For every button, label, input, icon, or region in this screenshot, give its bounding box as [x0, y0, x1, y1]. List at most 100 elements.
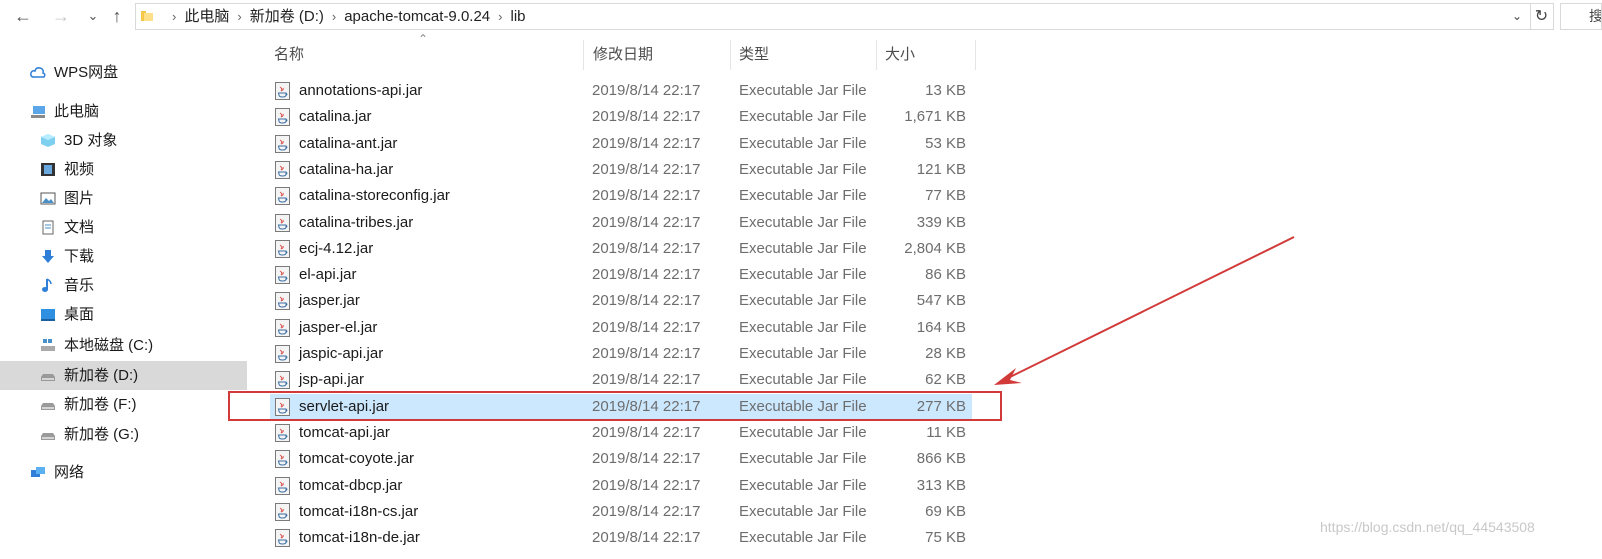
address-row: ← → ⌄ ↑ › 此电脑 › 新加卷 (D:) › apache-tomcat-9.0.… [0, 0, 1602, 33]
file-type: Executable Jar File [739, 318, 867, 336]
sidebar-item-downloads[interactable]: 下载 [0, 242, 247, 271]
jar-file-icon [274, 476, 291, 495]
sidebar-item-label: WPS网盘 [54, 64, 119, 81]
jar-file-icon [274, 450, 291, 469]
sidebar-item-desktop[interactable]: 桌面 [0, 300, 247, 329]
address-dropdown-icon[interactable]: ⌄ [1512, 4, 1522, 29]
breadcrumb-chevron-icon[interactable]: › [332, 9, 336, 24]
breadcrumb-chevron-icon[interactable]: › [237, 9, 241, 24]
sidebar-item-pictures[interactable]: 图片 [0, 184, 247, 213]
file-row[interactable]: tomcat-i18n-cs.jar 2019/8/14 22:17 Executa… [270, 499, 972, 525]
address-bar[interactable]: › 此电脑 › 新加卷 (D:) › apache-tomcat-9.0.24 › lib ⌄ [135, 3, 1531, 30]
sidebar-item-label: 新加卷 (D:) [64, 367, 139, 384]
breadcrumb-item[interactable]: apache-tomcat-9.0.24 [344, 8, 490, 25]
refresh-icon[interactable]: ↻ [1530, 3, 1554, 30]
jar-file-icon [274, 239, 291, 258]
file-row[interactable]: jasper-el.jar 2019/8/14 22:17 Executable J… [270, 315, 972, 341]
sidebar-item-label: 桌面 [64, 306, 95, 323]
jar-file-icon [274, 160, 291, 179]
column-header-size[interactable]: 大小 [877, 40, 976, 70]
file-type: Executable Jar File [739, 292, 867, 310]
file-date: 2019/8/14 22:17 [592, 239, 701, 257]
breadcrumb-item[interactable]: lib [510, 8, 525, 25]
sidebar-item-label: 本地磁盘 (C:) [64, 337, 154, 354]
search-input[interactable]: 搜 [1560, 3, 1602, 30]
jar-file-icon [274, 187, 291, 206]
column-header-label: 大小 [885, 46, 916, 63]
music-note-icon [42, 278, 52, 292]
file-size: 75 KB [925, 529, 966, 547]
file-row[interactable]: catalina.jar 2019/8/14 22:17 Executable Ja… [270, 104, 972, 130]
file-row[interactable]: jaspic-api.jar 2019/8/14 22:17 Executable … [270, 341, 972, 367]
sidebar-item-wps-cloud[interactable]: WPS网盘 [0, 58, 247, 87]
jar-file-icon [274, 345, 291, 363]
sidebar-item-music[interactable]: 音乐 [0, 271, 247, 300]
file-row[interactable]: catalina-tribes.jar 2019/8/14 22:17 Execut… [270, 210, 972, 236]
file-name: ecj-4.12.jar [299, 239, 374, 257]
file-type: Executable Jar File [739, 239, 867, 257]
file-row[interactable]: annotations-api.jar 2019/8/14 22:17 Execut… [270, 78, 972, 104]
forward-arrow-icon[interactable]: → [50, 4, 72, 28]
sidebar-item-drive-c[interactable]: 本地磁盘 (C:) [0, 331, 247, 360]
breadcrumb-item[interactable]: 新加卷 (D:) [250, 8, 324, 25]
file-name: catalina-storeconfig.jar [299, 187, 450, 205]
sidebar-item-drive-f[interactable]: 新加卷 (F:) [0, 390, 247, 419]
file-name: tomcat-i18n-de.jar [299, 529, 420, 547]
file-size: 69 KB [925, 502, 966, 520]
navigation-pane: WPS网盘 此电脑 3D 对象 视频 图片 文档 下载 音乐 桌面 本地磁盘 (… [0, 40, 247, 559]
sidebar-item-label: 图片 [64, 190, 95, 207]
file-row[interactable]: jasper.jar 2019/8/14 22:17 Executable Jar … [270, 288, 972, 314]
column-header-name[interactable]: 名称 [266, 40, 584, 70]
up-arrow-icon[interactable]: ↑ [106, 4, 128, 28]
file-type: Executable Jar File [739, 134, 867, 152]
file-size: 2,804 KB [904, 239, 966, 257]
file-row[interactable]: catalina-storeconfig.jar 2019/8/14 22:17 E… [270, 183, 972, 209]
file-name: tomcat-dbcp.jar [299, 476, 403, 494]
column-header-type[interactable]: 类型 [731, 40, 877, 70]
file-size: 313 KB [916, 476, 966, 494]
file-date: 2019/8/14 22:17 [592, 187, 701, 205]
file-type: Executable Jar File [739, 82, 867, 99]
sidebar-item-this-pc[interactable]: 此电脑 [0, 97, 247, 126]
download-arrow-icon [42, 250, 54, 263]
recent-chevron-icon[interactable]: ⌄ [82, 4, 104, 28]
file-row[interactable]: jsp-api.jar 2019/8/14 22:17 Executable Jar… [270, 367, 972, 393]
sidebar-item-network[interactable]: 网络 [0, 458, 247, 487]
breadcrumb-chevron-icon[interactable]: › [498, 9, 502, 24]
file-row[interactable]: tomcat-api.jar 2019/8/14 22:17 Executable … [270, 420, 972, 446]
file-type: Executable Jar File [739, 529, 867, 547]
file-size: 13 KB [925, 82, 966, 99]
jar-file-icon [274, 266, 291, 285]
file-row[interactable]: ecj-4.12.jar 2019/8/14 22:17 Executable Ja… [270, 236, 972, 262]
jar-file-icon [274, 423, 291, 442]
file-row[interactable]: catalina-ha.jar 2019/8/14 22:17 Executable… [270, 157, 972, 183]
jar-file-icon [274, 108, 291, 127]
sidebar-item-videos[interactable]: 视频 [0, 155, 247, 184]
sidebar-item-drive-g[interactable]: 新加卷 (G:) [0, 420, 247, 449]
file-name: catalina.jar [299, 108, 372, 126]
column-header-label: 名称 [274, 46, 305, 63]
sidebar-item-3d-objects[interactable]: 3D 对象 [0, 126, 247, 155]
file-name: el-api.jar [299, 266, 357, 284]
file-row[interactable]: el-api.jar 2019/8/14 22:17 Executable Jar … [270, 262, 972, 288]
file-date: 2019/8/14 22:17 [592, 450, 701, 468]
annotation-highlight-box [228, 391, 1002, 421]
breadcrumb-item[interactable]: 此电脑 [184, 8, 229, 25]
file-size: 866 KB [916, 450, 966, 468]
file-date: 2019/8/14 22:17 [592, 318, 701, 336]
sidebar-item-label: 文档 [64, 219, 95, 236]
file-row[interactable]: tomcat-dbcp.jar 2019/8/14 22:17 Executable… [270, 473, 972, 499]
sidebar-item-drive-d[interactable]: 新加卷 (D:) [0, 361, 247, 390]
sidebar-item-label: 3D 对象 [64, 132, 118, 149]
file-row[interactable]: tomcat-i18n-de.jar 2019/8/14 22:17 Executa… [270, 525, 972, 551]
drive-icon [41, 374, 55, 381]
file-row[interactable]: tomcat-coyote.jar 2019/8/14 22:17 Executab… [270, 446, 972, 472]
back-arrow-icon[interactable]: ← [12, 4, 34, 28]
jar-file-icon [274, 292, 291, 311]
file-size: 547 KB [916, 292, 966, 310]
sidebar-item-label: 新加卷 (G:) [64, 426, 139, 443]
file-date: 2019/8/14 22:17 [592, 529, 701, 547]
column-header-date[interactable]: 修改日期 [585, 40, 731, 70]
sidebar-item-documents[interactable]: 文档 [0, 213, 247, 242]
file-row[interactable]: catalina-ant.jar 2019/8/14 22:17 Executabl… [270, 131, 972, 157]
